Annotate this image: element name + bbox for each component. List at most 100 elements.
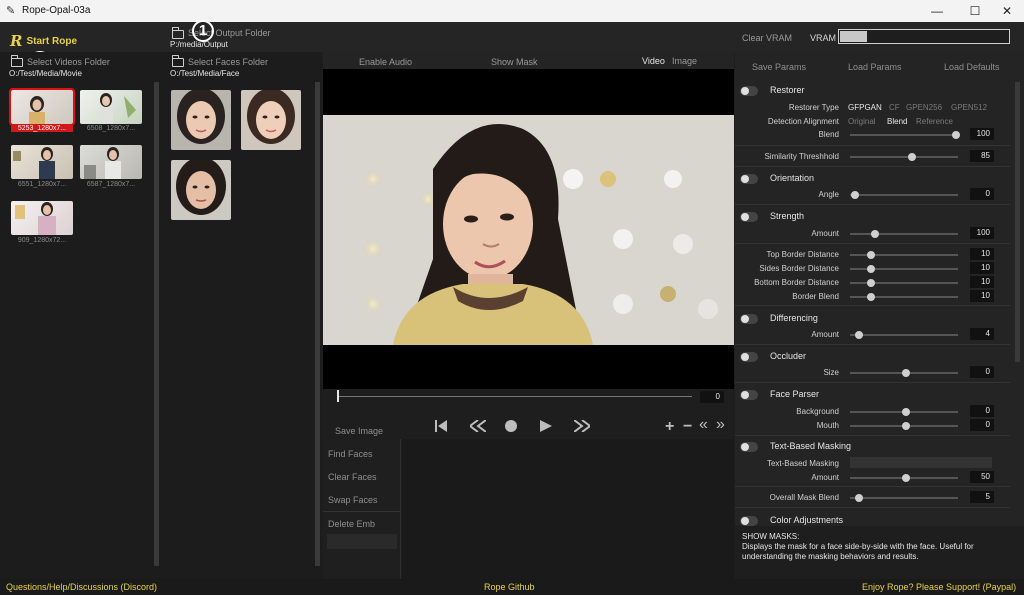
blend-value[interactable]: 100 [970,128,994,140]
video-thumbnail[interactable] [80,145,142,179]
occluder-size-slider[interactable] [850,369,958,377]
face-parser-toggle[interactable] [740,390,758,400]
add-marker-button[interactable]: + [665,418,674,436]
load-defaults-button[interactable]: Load Defaults [944,62,1000,72]
top-border-slider[interactable] [850,251,958,259]
bottom-border-slider[interactable] [850,279,958,287]
mouth-value[interactable]: 0 [970,419,994,431]
top-border-value[interactable]: 10 [970,248,994,260]
video-thumbnail-label[interactable]: 6587_1280x7... [80,181,142,188]
delete-embedding-button[interactable]: Delete Emb [328,519,375,529]
video-thumbnail-label[interactable]: 5253_1280x7... [11,125,73,132]
occluder-size-value[interactable]: 0 [970,366,994,378]
faces-folder-button[interactable]: Select Faces Folder [188,57,268,67]
angle-slider[interactable] [850,191,958,199]
text-masking-value[interactable]: 50 [970,471,994,483]
folder-icon[interactable] [11,55,23,67]
alignment-option[interactable]: Reference [916,117,953,126]
image-mode-tab[interactable]: Image [672,56,697,66]
restorer-type-option[interactable]: GFPGAN [848,103,882,112]
videos-scrollbar[interactable] [154,82,159,566]
slider-knob[interactable] [855,494,863,502]
video-thumbnail[interactable] [11,145,73,179]
enable-audio-toggle[interactable]: Enable Audio [359,57,412,67]
occluder-toggle[interactable] [740,352,758,362]
border-blend-slider[interactable] [850,293,958,301]
paypal-link[interactable]: Enjoy Rope? Please Support! (Paypal) [862,582,1016,592]
slider-knob[interactable] [867,251,875,259]
discord-link[interactable]: Questions/Help/Discussions (Discord) [6,582,157,592]
faces-scrollbar[interactable] [315,82,320,566]
slider-knob[interactable] [902,422,910,430]
maximize-button[interactable]: ☐ [958,0,992,22]
video-thumbnail-label[interactable]: 909_1280x72... [11,237,73,244]
bottom-border-value[interactable]: 10 [970,276,994,288]
embedding-name-input[interactable] [327,534,397,549]
slider-knob[interactable] [867,293,875,301]
differencing-slider[interactable] [850,331,958,339]
sides-border-value[interactable]: 10 [970,262,994,274]
slider-knob[interactable] [952,131,960,139]
play-icon[interactable] [540,420,552,432]
blend-slider[interactable] [850,131,960,139]
frame-number[interactable]: 0 [700,391,724,403]
color-adjustments-toggle[interactable] [740,516,758,526]
slider-knob[interactable] [871,230,879,238]
previous-marker-button[interactable]: « [699,416,708,434]
remove-marker-button[interactable]: − [683,418,692,436]
videos-folder-button[interactable]: Select Videos Folder [27,57,110,67]
restorer-toggle[interactable] [740,86,758,96]
border-blend-value[interactable]: 10 [970,290,994,302]
find-faces-button[interactable]: Find Faces [328,449,373,459]
github-link[interactable]: Rope Github [484,582,535,592]
save-image-button[interactable]: Save Image [335,426,383,436]
overall-mask-blend-value[interactable]: 5 [970,491,994,503]
video-thumbnail[interactable] [80,90,142,124]
overall-mask-blend-slider[interactable] [850,494,958,502]
slider-knob[interactable] [855,331,863,339]
alignment-option[interactable]: Original [848,117,876,126]
video-mode-tab[interactable]: Video [642,56,665,66]
fast-forward-icon[interactable] [574,420,590,432]
slider-knob[interactable] [902,369,910,377]
face-thumbnail[interactable] [171,160,231,220]
text-masking-slider[interactable] [850,474,958,482]
video-thumbnail[interactable] [11,201,73,235]
angle-value[interactable]: 0 [970,188,994,200]
face-thumbnail[interactable] [171,90,231,150]
video-thumbnail[interactable] [9,88,75,126]
text-masking-input[interactable] [850,457,992,468]
params-scrollbar[interactable] [1015,82,1020,362]
folder-icon[interactable] [172,55,184,67]
strength-value[interactable]: 100 [970,227,994,239]
similarity-slider[interactable] [850,153,958,161]
restorer-type-option[interactable]: GPEN512 [951,103,987,112]
background-value[interactable]: 0 [970,405,994,417]
restorer-type-option[interactable]: CF [889,103,900,112]
folder-icon[interactable] [172,27,184,39]
timeline-slider[interactable] [337,396,692,397]
slider-knob[interactable] [867,279,875,287]
save-params-button[interactable]: Save Params [752,62,806,72]
minimize-button[interactable]: — [920,0,954,22]
orientation-toggle[interactable] [740,174,758,184]
strength-toggle[interactable] [740,212,758,222]
differencing-value[interactable]: 4 [970,328,994,340]
differencing-toggle[interactable] [740,314,758,324]
show-mask-toggle[interactable]: Show Mask [491,57,538,67]
start-rope-button[interactable]: R Start Rope [10,30,77,50]
video-thumbnail-label[interactable]: 6551_1280x7... [11,181,73,188]
similarity-value[interactable]: 85 [970,150,994,162]
text-masking-toggle[interactable] [740,442,758,452]
record-icon[interactable] [504,419,518,433]
slider-knob[interactable] [867,265,875,273]
alignment-option[interactable]: Blend [887,117,907,126]
clear-faces-button[interactable]: Clear Faces [328,472,377,482]
slider-knob[interactable] [908,153,916,161]
load-params-button[interactable]: Load Params [848,62,902,72]
close-button[interactable]: ✕ [990,0,1024,22]
face-thumbnail[interactable] [241,90,301,150]
strength-slider[interactable] [850,230,958,238]
timeline-handle[interactable] [337,390,339,402]
slider-knob[interactable] [851,191,859,199]
